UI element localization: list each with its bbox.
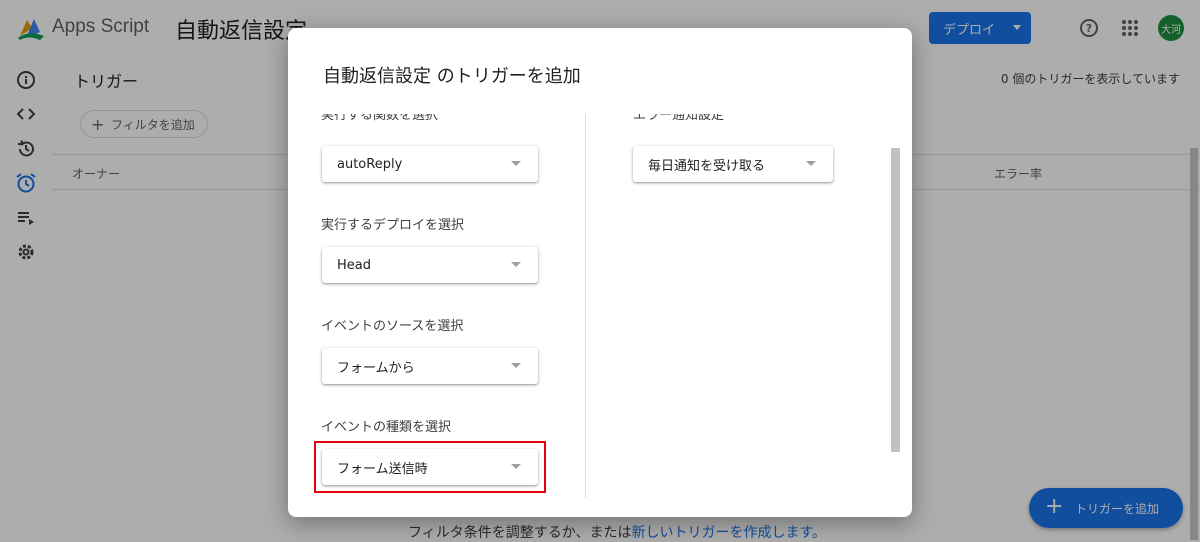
dialog-body: 実行する関数を選択 エラー通知設定 autoReply 実行するデプロイを選択 …: [288, 114, 912, 500]
function-select-label: 実行する関数を選択: [321, 114, 439, 123]
event-source-value: フォームから: [337, 360, 415, 376]
dropdown-arrow-icon: [511, 262, 521, 267]
dropdown-arrow-icon: [806, 161, 816, 166]
dropdown-arrow-icon: [511, 161, 521, 166]
column-divider: [585, 114, 586, 498]
event-type-label: イベントの種類を選択: [321, 420, 452, 435]
notification-select-value: 毎日通知を受け取る: [648, 158, 766, 174]
notification-select[interactable]: 毎日通知を受け取る: [633, 146, 833, 182]
red-highlight-box: [314, 441, 546, 493]
dialog-title: 自動返信設定 のトリガーを追加: [323, 66, 581, 87]
error-notification-label: エラー通知設定: [633, 114, 725, 123]
add-trigger-dialog: 自動返信設定 のトリガーを追加 実行する関数を選択 エラー通知設定 autoRe…: [288, 28, 912, 517]
dialog-scrollbar[interactable]: [891, 148, 900, 452]
deployment-select[interactable]: Head: [322, 247, 538, 283]
deployment-select-label: 実行するデプロイを選択: [321, 218, 465, 233]
function-select[interactable]: autoReply: [322, 146, 538, 182]
deployment-select-value: Head: [337, 257, 371, 273]
event-source-select[interactable]: フォームから: [322, 348, 538, 384]
function-select-value: autoReply: [337, 156, 403, 172]
event-source-label: イベントのソースを選択: [321, 319, 464, 334]
dropdown-arrow-icon: [511, 363, 521, 368]
